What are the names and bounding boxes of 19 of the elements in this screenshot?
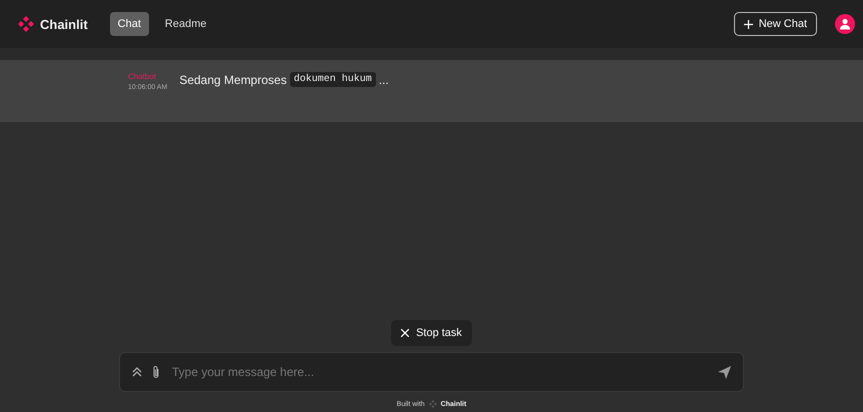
nav-tab[interactable]: Readme (156, 12, 214, 36)
plus-icon (744, 20, 753, 28)
inline-code: dokumen hukum (290, 72, 376, 87)
logo-icon (18, 16, 34, 32)
paperclip-icon[interactable] (152, 365, 160, 379)
new-chat-button[interactable]: New Chat (734, 12, 817, 36)
avatar-icon[interactable] (835, 14, 855, 34)
nav-tab[interactable]: Chat (110, 12, 149, 36)
message-text: Sedang Memproses (179, 72, 287, 86)
close-icon (401, 329, 410, 337)
logo-icon (428, 400, 437, 408)
chevrons-up-icon[interactable] (132, 367, 142, 377)
stop-task-button[interactable]: Stop task (391, 320, 472, 346)
send-icon[interactable] (718, 366, 731, 378)
message-composer[interactable]: Type your message here... (119, 352, 744, 392)
brand-name: Chainlit (40, 16, 88, 32)
ellipsis-text: ... (378, 72, 389, 86)
message-input[interactable]: Type your message here... (170, 364, 708, 380)
message-author: Chatbot (128, 72, 158, 81)
